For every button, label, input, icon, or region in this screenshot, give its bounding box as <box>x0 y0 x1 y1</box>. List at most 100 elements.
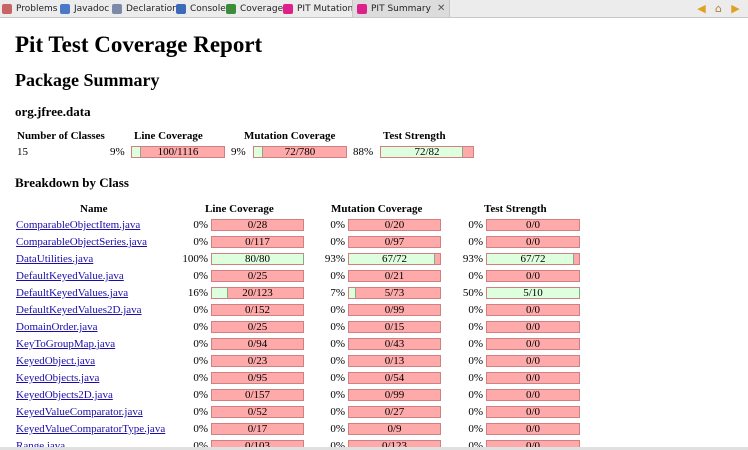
summary-strength-bar: 72/82 <box>380 146 474 158</box>
tab-pit-mutations[interactable]: PIT Mutations <box>283 0 358 17</box>
line-bar: 0/25 <box>211 321 304 333</box>
class-link[interactable]: KeyedValueComparator.java <box>16 406 143 418</box>
line-text: 0/157 <box>244 389 271 401</box>
close-icon[interactable]: ✕ <box>437 3 445 14</box>
line-pct: 100% <box>182 253 208 265</box>
javadoc-icon <box>60 3 70 14</box>
tab-pit-summary[interactable]: PIT Summary ✕ <box>352 0 451 17</box>
strength-bar: 0/0 <box>486 423 580 435</box>
line-text: 20/123 <box>242 287 273 299</box>
declaration-icon <box>112 3 122 14</box>
line-pct: 16% <box>187 287 208 299</box>
package-name: org.jfree.data <box>15 104 91 119</box>
line-text: 0/52 <box>247 406 268 418</box>
strength-pct: 0% <box>468 321 483 333</box>
mutation-text: 5/73 <box>384 287 405 299</box>
tab-label: Coverage <box>240 3 284 14</box>
line-bar: 0/25 <box>211 270 304 282</box>
line-pct: 0% <box>193 219 208 231</box>
line-bar: 0/95 <box>211 372 304 384</box>
home-icon[interactable]: ⌂ <box>712 2 725 15</box>
strength-pct: 0% <box>468 406 483 418</box>
line-pct: 0% <box>193 304 208 316</box>
strength-pct: 0% <box>468 355 483 367</box>
mutation-bar: 0/20 <box>348 219 441 231</box>
class-link[interactable]: KeyedValueComparatorType.java <box>16 423 165 435</box>
line-pct: 0% <box>193 389 208 401</box>
strength-pct: 0% <box>468 423 483 435</box>
mutation-pct: 0% <box>330 321 345 333</box>
class-link[interactable]: KeyedObject.java <box>16 355 95 367</box>
class-link[interactable]: DefaultKeyedValues2D.java <box>16 304 142 316</box>
line-pct: 0% <box>193 270 208 282</box>
strength-text: 0/0 <box>525 389 541 401</box>
strength-pct: 0% <box>468 236 483 248</box>
class-link[interactable]: KeyedObjects.java <box>16 372 99 384</box>
strength-bar: 0/0 <box>486 219 580 231</box>
line-pct: 0% <box>193 406 208 418</box>
mutation-pct: 0% <box>330 406 345 418</box>
mutation-pct: 0% <box>330 338 345 350</box>
summary-line-pct: 9% <box>110 146 125 158</box>
strength-pct: 0% <box>468 304 483 316</box>
tab-coverage[interactable]: Coverage <box>226 0 283 17</box>
strength-bar: 5/10 <box>486 287 580 299</box>
tab-console[interactable]: Console <box>176 0 226 17</box>
tab-declaration[interactable]: Declaration <box>112 0 178 17</box>
line-text: 0/17 <box>247 423 268 435</box>
pit-icon <box>283 3 293 14</box>
back-arrow-icon[interactable]: ◀ <box>695 2 708 15</box>
summary-mutation-text: 72/780 <box>284 146 316 158</box>
strength-bar: 0/0 <box>486 372 580 384</box>
strength-text: 0/0 <box>525 423 541 435</box>
class-link[interactable]: ComparableObjectItem.java <box>16 219 140 231</box>
mutation-pct: 0% <box>330 219 345 231</box>
line-pct: 0% <box>193 372 208 384</box>
summary-header-strength: Test Strength <box>383 130 446 142</box>
tab-label: Console <box>190 3 226 14</box>
tab-javadoc[interactable]: Javadoc <box>60 0 109 17</box>
strength-text: 0/0 <box>525 372 541 384</box>
line-text: 0/94 <box>247 338 268 350</box>
mutation-bar: 0/99 <box>348 304 441 316</box>
class-link[interactable]: DataUtilities.java <box>16 253 93 265</box>
strength-text: 5/10 <box>523 287 543 299</box>
line-pct: 0% <box>193 423 208 435</box>
summary-mutation-bar: 72/780 <box>253 146 347 158</box>
strength-bar: 0/0 <box>486 355 580 367</box>
forward-arrow-icon[interactable]: ▶ <box>729 2 742 15</box>
strength-pct: 0% <box>468 219 483 231</box>
page-title: Pit Test Coverage Report <box>15 32 263 57</box>
mutation-text: 0/15 <box>384 321 405 333</box>
class-link[interactable]: DomainOrder.java <box>16 321 98 333</box>
nav-buttons: ◀ ⌂ ▶ <box>695 2 742 15</box>
strength-pct: 0% <box>468 389 483 401</box>
pit-icon <box>357 3 367 14</box>
mutation-bar: 0/13 <box>348 355 441 367</box>
strength-bar: 0/0 <box>486 236 580 248</box>
mutation-bar: 0/9 <box>348 423 441 435</box>
class-link[interactable]: DefaultKeyedValue.java <box>16 270 124 282</box>
tab-label: Problems <box>16 3 58 14</box>
summary-line-bar: 100/1116 <box>131 146 225 158</box>
class-link[interactable]: KeyToGroupMap.java <box>16 338 115 350</box>
tab-problems[interactable]: Problems <box>2 0 57 17</box>
view-tab-bar: ◀ ⌂ ▶ Problems Javadoc Declaration Console C… <box>0 0 748 18</box>
class-link[interactable]: KeyedObjects2D.java <box>16 389 113 401</box>
mutation-text: 0/9 <box>387 423 402 435</box>
mutation-bar: 0/99 <box>348 389 441 401</box>
mutation-pct: 0% <box>330 355 345 367</box>
summary-classes-count: 15 <box>17 146 28 158</box>
line-text: 0/152 <box>244 304 271 316</box>
summary-strength-text: 72/82 <box>414 146 440 158</box>
line-pct: 0% <box>193 338 208 350</box>
mutation-text: 0/21 <box>384 270 405 282</box>
breakdown-header-mutation: Mutation Coverage <box>331 203 423 215</box>
strength-pct: 50% <box>462 287 483 299</box>
mutation-bar: 0/15 <box>348 321 441 333</box>
summary-header-classes: Number of Classes <box>17 130 105 142</box>
class-link[interactable]: DefaultKeyedValues.java <box>16 287 128 299</box>
line-bar: 0/152 <box>211 304 304 316</box>
line-bar: 80/80 <box>211 253 304 265</box>
class-link[interactable]: ComparableObjectSeries.java <box>16 236 147 248</box>
